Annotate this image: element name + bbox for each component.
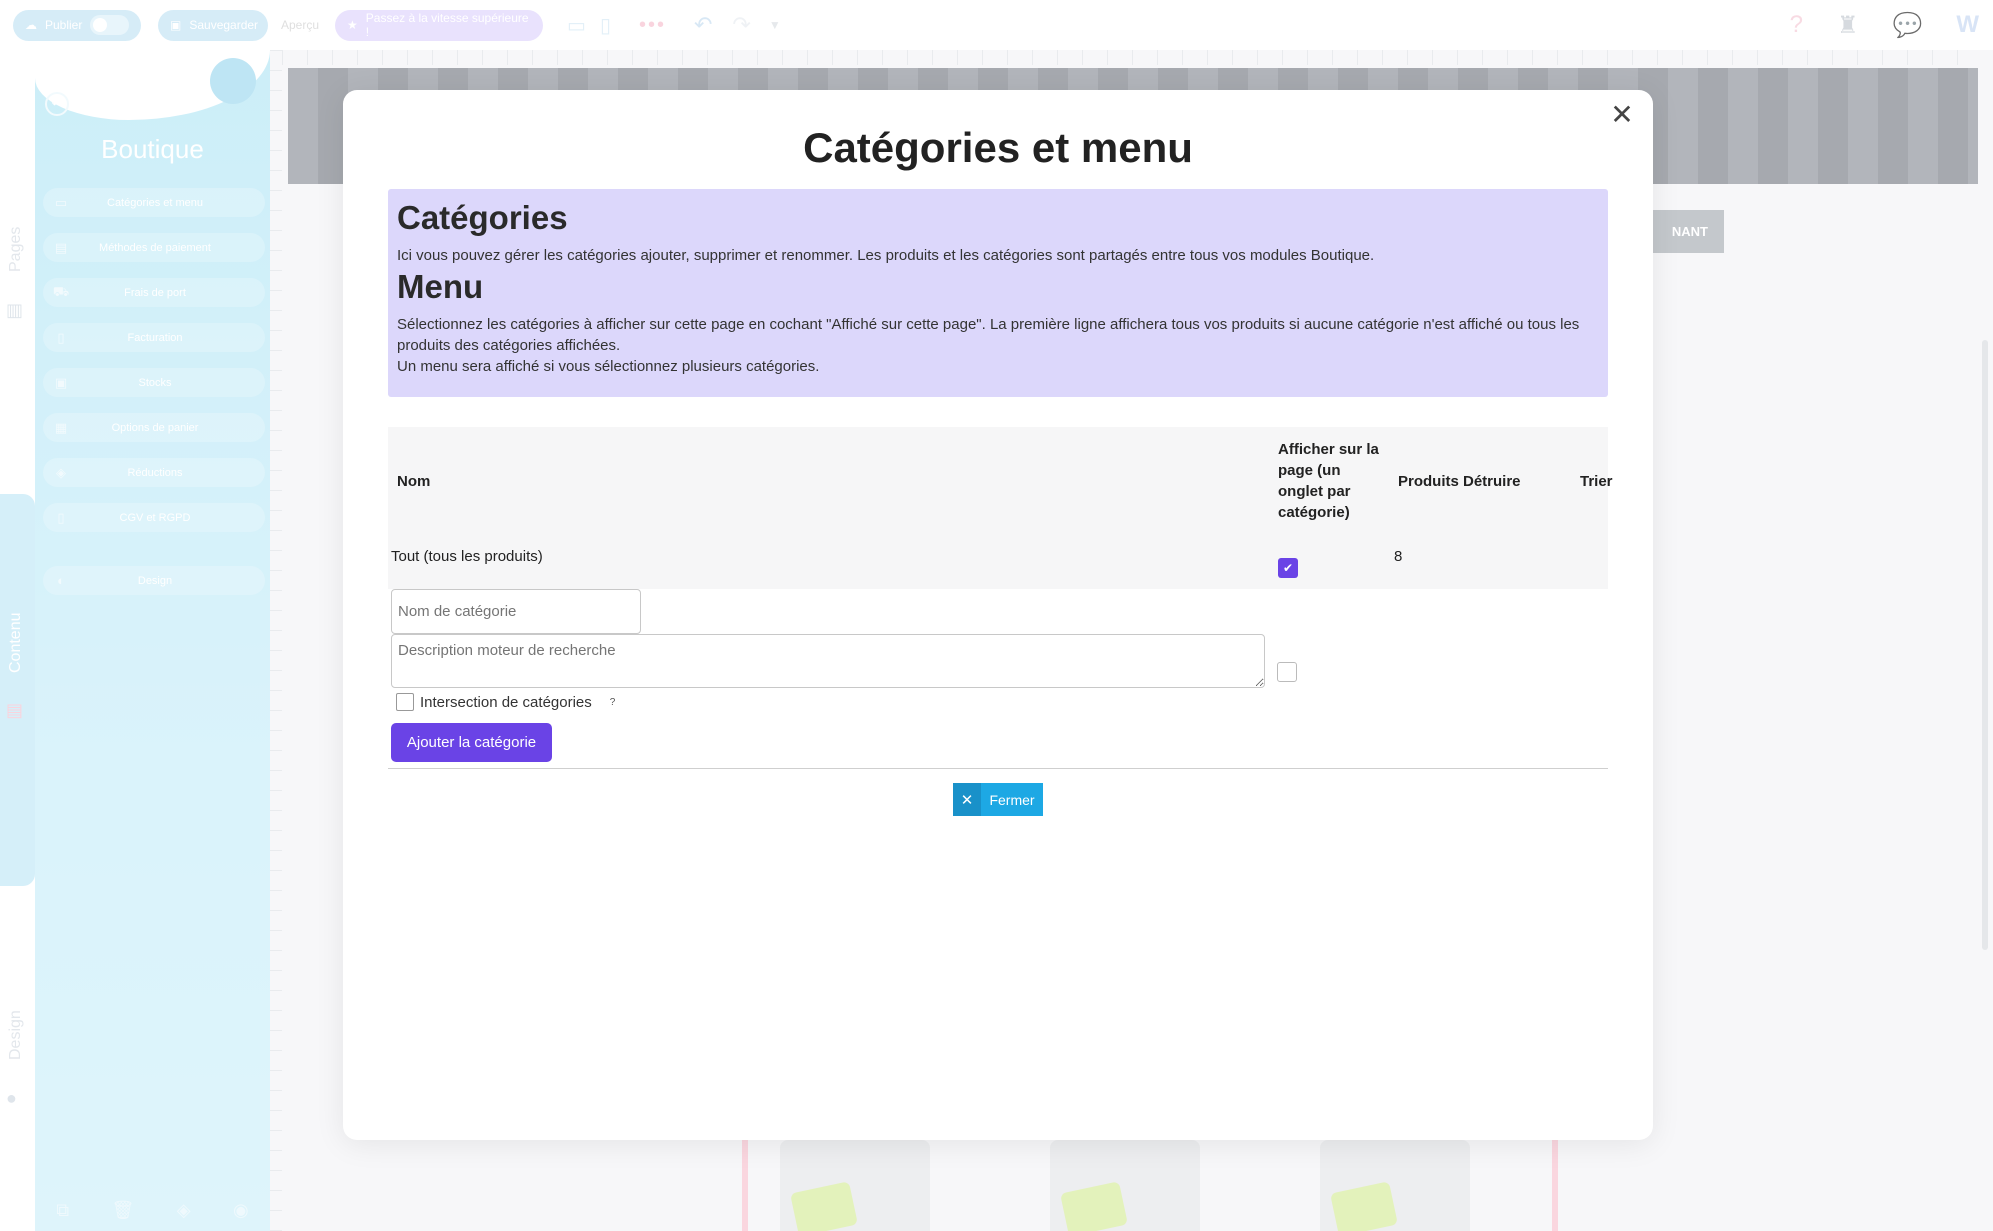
- add-category-button[interactable]: Ajouter la catégorie: [391, 723, 552, 762]
- close-x-icon: ✕: [953, 783, 981, 816]
- categories-modal: ✕ Catégories et menu Catégories Ici vous…: [343, 90, 1653, 1140]
- modal-title: Catégories et menu: [803, 124, 1193, 171]
- menu-description: Sélectionnez les catégories à afficher s…: [397, 316, 1580, 354]
- show-on-page-checkbox[interactable]: ✔: [1278, 558, 1298, 578]
- close-button[interactable]: ✕ Fermer: [953, 783, 1043, 816]
- menu-description-2: Un menu sera affiché si vous sélectionne…: [397, 358, 820, 375]
- category-name: Tout (tous les produits): [391, 548, 543, 565]
- intersection-label: Intersection de catégories: [420, 693, 592, 711]
- categories-description: Ici vous pouvez gérer les catégories ajo…: [397, 247, 1375, 264]
- intersection-option: Intersection de catégories ?: [396, 693, 615, 711]
- categories-heading: Catégories: [397, 199, 568, 236]
- product-count: 8: [1394, 548, 1403, 565]
- intersection-checkbox[interactable]: [396, 693, 414, 711]
- close-button-label: Fermer: [989, 791, 1035, 808]
- column-header-show: Afficher sur la page (un onglet par caté…: [1278, 441, 1379, 521]
- column-header-name: Nom: [397, 473, 431, 490]
- new-category-show-checkbox[interactable]: [1277, 662, 1297, 682]
- categories-table: Nom Afficher sur la page (un onglet par …: [388, 427, 1613, 589]
- category-name-input[interactable]: [391, 589, 641, 634]
- column-header-products: Produits Détruire: [1398, 473, 1521, 490]
- table-row: Tout (tous les produits) ✔ 8: [388, 539, 1608, 589]
- info-box: Catégories Ici vous pouvez gérer les cat…: [388, 189, 1608, 397]
- table-header: Nom Afficher sur la page (un onglet par …: [388, 427, 1613, 539]
- column-header-sort: Trier: [1580, 473, 1613, 490]
- seo-description-input[interactable]: [391, 634, 1265, 688]
- help-icon[interactable]: ?: [610, 697, 616, 708]
- divider: [388, 768, 1608, 769]
- menu-heading: Menu: [397, 268, 484, 305]
